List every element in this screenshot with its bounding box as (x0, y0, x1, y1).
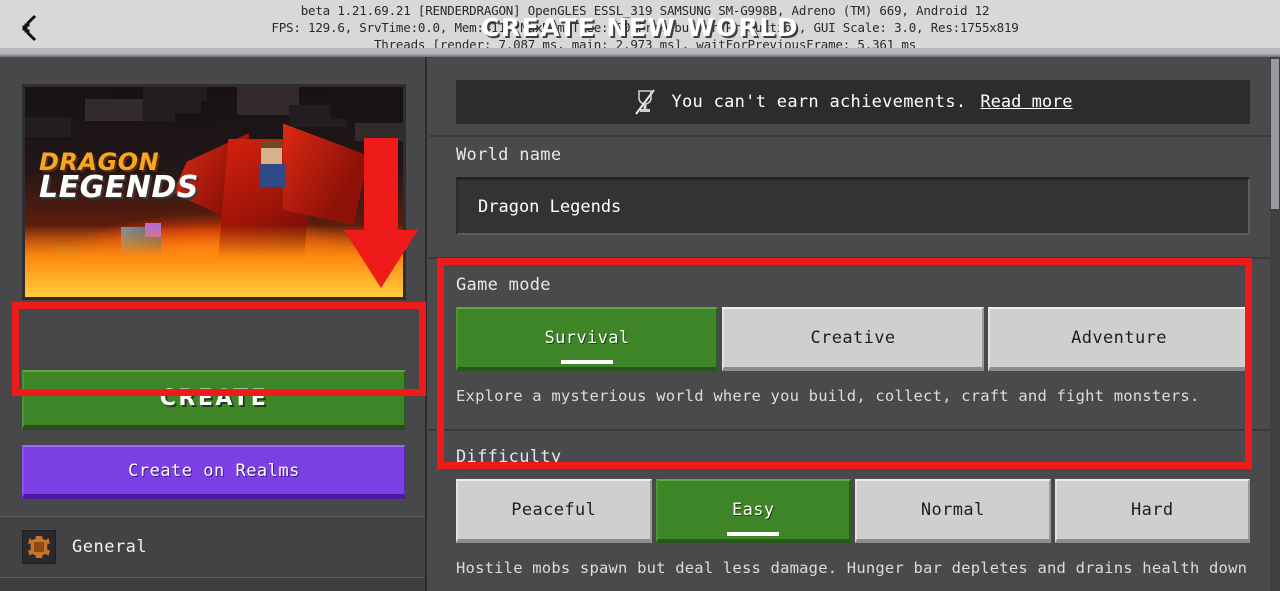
scrollbar-thumb[interactable] (1271, 59, 1279, 209)
sidebar-item-label: General (72, 537, 148, 557)
debug-overlay-text: beta 1.21.69.21 [RENDERDRAGON] OpenGLES … (60, 2, 1230, 53)
top-bar: beta 1.21.69.21 [RENDERDRAGON] OpenGLES … (0, 0, 1280, 57)
game-mode-label: Game mode (456, 275, 551, 295)
settings-panel: You can't earn achievements. Read more W… (429, 57, 1280, 591)
read-more-link[interactable]: Read more (980, 92, 1072, 112)
debug-line-2: FPS: 129.6, SrvTime:0.0, Mem:411, MaxMem… (271, 20, 1019, 35)
world-name-section: World name Dragon Legends (456, 145, 1250, 235)
back-button[interactable] (10, 8, 52, 48)
game-mode-option-adventure[interactable]: Adventure (988, 307, 1250, 371)
gear-icon (22, 530, 56, 564)
game-mode-description: Explore a mysterious world where you bui… (456, 387, 1200, 405)
difficulty-option-peaceful[interactable]: Peaceful (456, 479, 652, 543)
sidebar-item-general[interactable]: General (0, 516, 425, 577)
difficulty-section: Difficulty Peaceful Easy Normal Hard Hos… (456, 447, 1250, 577)
difficulty-option-hard[interactable]: Hard (1054, 479, 1250, 543)
create-new-world-screen: beta 1.21.69.21 [RENDERDRAGON] OpenGLES … (0, 0, 1280, 591)
sidebar-item-advanced[interactable]: Advanced (0, 577, 425, 591)
rider-hair (261, 141, 282, 148)
world-thumbnail: DRAGON LEGENDS (22, 84, 406, 300)
scrollbar[interactable] (1270, 57, 1280, 591)
chevron-left-icon (22, 14, 37, 42)
difficulty-label: Difficulty (456, 447, 562, 467)
thumbnail-lava (25, 225, 403, 297)
world-name-label: World name (456, 145, 562, 165)
difficulty-options: Peaceful Easy Normal Hard (456, 479, 1250, 543)
top-bar-shadow (0, 48, 1280, 57)
create-button[interactable]: CREATE (22, 370, 406, 430)
sidebar: DRAGON LEGENDS CREATE Create on Realms G… (0, 57, 427, 591)
game-mode-options: Survival Creative Adventure (456, 307, 1250, 371)
create-on-realms-button[interactable]: Create on Realms (22, 445, 406, 499)
game-mode-section: Game mode Survival Creative Adventure Ex… (456, 275, 1250, 405)
body-area: DRAGON LEGENDS CREATE Create on Realms G… (0, 57, 1280, 591)
game-mode-option-creative[interactable]: Creative (722, 307, 984, 371)
difficulty-option-easy[interactable]: Easy (655, 479, 851, 543)
achievement-banner: You can't earn achievements. Read more (456, 80, 1250, 124)
difficulty-option-normal[interactable]: Normal (855, 479, 1051, 543)
divider (429, 429, 1280, 431)
thumbnail-title-line2: LEGENDS (39, 169, 199, 205)
achievement-banner-text: You can't earn achievements. (671, 92, 967, 112)
debug-line-1: beta 1.21.69.21 [RENDERDRAGON] OpenGLES … (300, 3, 990, 18)
achievement-disabled-icon (633, 88, 657, 116)
game-mode-option-survival[interactable]: Survival (456, 307, 718, 371)
divider (429, 257, 1280, 259)
rider-body (259, 163, 285, 187)
divider (429, 135, 1280, 137)
world-name-input[interactable]: Dragon Legends (456, 177, 1250, 235)
sidebar-nav: General Advanced (0, 516, 425, 591)
thumbnail-title: DRAGON LEGENDS (39, 150, 229, 205)
difficulty-description: Hostile mobs spawn but deal less damage.… (456, 559, 1248, 577)
